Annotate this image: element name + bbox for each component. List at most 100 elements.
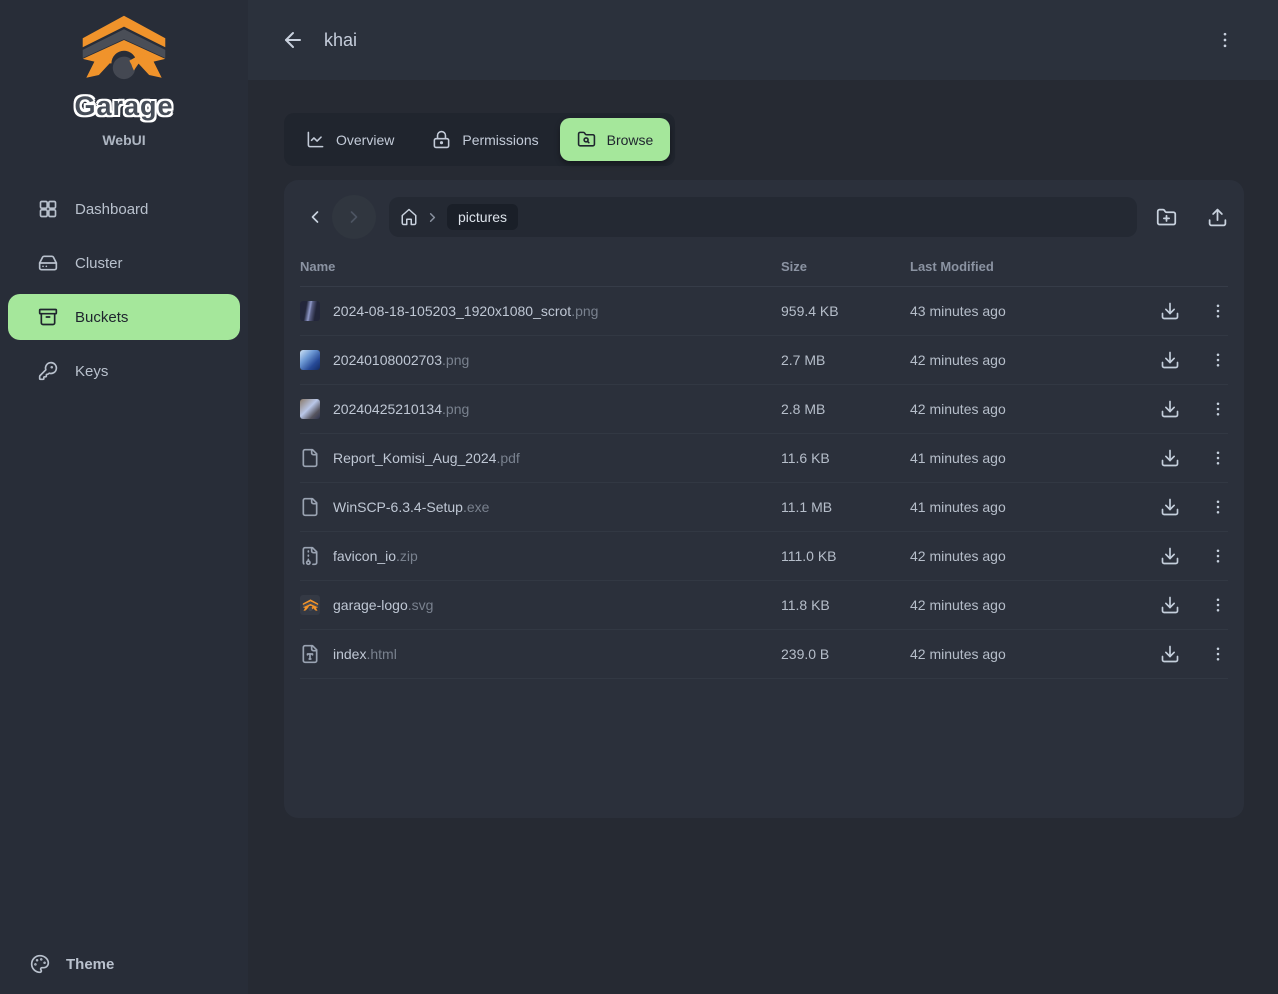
- back-button[interactable]: [281, 28, 305, 52]
- file-name-link[interactable]: 20240108002703.png: [300, 350, 781, 370]
- upload-icon: [1207, 207, 1228, 228]
- tab-browse[interactable]: Browse: [560, 118, 671, 161]
- file-icon: [300, 448, 320, 468]
- sidebar-item-label: Keys: [75, 363, 108, 380]
- tab-label: Browse: [607, 132, 654, 148]
- tab-label: Permissions: [462, 132, 538, 148]
- ellipsis-vertical-icon: [1209, 351, 1227, 369]
- file-icon: [300, 350, 320, 370]
- row-menu-button[interactable]: [1209, 351, 1227, 369]
- ellipsis-vertical-icon: [1215, 30, 1235, 50]
- file-icon: [300, 399, 320, 419]
- table-row: index.html 239.0 B 42 minutes ago: [300, 630, 1228, 679]
- file-name-link[interactable]: 2024-08-18-105203_1920x1080_scrot.png: [300, 301, 781, 321]
- download-button[interactable]: [1160, 546, 1180, 566]
- chevron-left-icon: [305, 207, 325, 227]
- table-header: Name Size Last Modified: [300, 249, 1228, 287]
- sidebar-item-buckets[interactable]: Buckets: [8, 294, 240, 340]
- breadcrumb: pictures: [389, 197, 1137, 237]
- file-modified: 42 minutes ago: [910, 597, 1148, 613]
- file-name-link[interactable]: index.html: [300, 644, 781, 664]
- file-size: 2.8 MB: [781, 401, 910, 417]
- chevron-right-icon: [344, 207, 364, 227]
- row-actions: [1148, 644, 1228, 664]
- tab-permissions[interactable]: Permissions: [415, 118, 555, 161]
- brand: Garage WebUI: [0, 0, 248, 148]
- download-button[interactable]: [1160, 301, 1180, 321]
- file-icon: [300, 497, 320, 517]
- file-name-link[interactable]: garage-logo.svg: [300, 595, 781, 615]
- file-name: 20240425210134: [333, 401, 442, 417]
- table-row: WinSCP-6.3.4-Setup.exe 11.1 MB 41 minute…: [300, 483, 1228, 532]
- file-extension: .png: [442, 401, 469, 417]
- breadcrumb-folder-pictures[interactable]: pictures: [447, 204, 518, 230]
- row-menu-button[interactable]: [1209, 645, 1227, 663]
- table-row: Report_Komisi_Aug_2024.pdf 11.6 KB 41 mi…: [300, 434, 1228, 483]
- file-name-link[interactable]: WinSCP-6.3.4-Setup.exe: [300, 497, 781, 517]
- download-button[interactable]: [1160, 644, 1180, 664]
- row-menu-button[interactable]: [1209, 547, 1227, 565]
- bucket-header: khai: [248, 0, 1278, 80]
- row-actions: [1148, 301, 1228, 321]
- file-extension: .html: [366, 646, 396, 662]
- file-name: index: [333, 646, 366, 662]
- file-icon: [300, 595, 320, 615]
- home-button[interactable]: [400, 208, 418, 226]
- download-button[interactable]: [1160, 350, 1180, 370]
- table-row: favicon_io.zip 111.0 KB 42 minutes ago: [300, 532, 1228, 581]
- ellipsis-vertical-icon: [1209, 400, 1227, 418]
- page-title: khai: [324, 30, 357, 51]
- new-folder-button[interactable]: [1156, 207, 1177, 228]
- row-menu-button[interactable]: [1209, 596, 1227, 614]
- file-name: Report_Komisi_Aug_2024: [333, 450, 496, 466]
- download-icon: [1160, 595, 1180, 615]
- history-forward-button[interactable]: [332, 195, 376, 239]
- column-name: Name: [300, 259, 781, 274]
- main-content: Overview Permissions Browse: [248, 80, 1278, 994]
- bucket-tabs: Overview Permissions Browse: [284, 113, 675, 166]
- chevron-right-icon: [425, 210, 440, 225]
- arrow-left-icon: [281, 28, 305, 52]
- dashboard-icon: [38, 199, 58, 219]
- file-extension: .png: [571, 303, 598, 319]
- file-name-link[interactable]: Report_Komisi_Aug_2024.pdf: [300, 448, 781, 468]
- download-icon: [1160, 644, 1180, 664]
- download-button[interactable]: [1160, 497, 1180, 517]
- sidebar-item-label: Dashboard: [75, 201, 148, 218]
- header-menu-button[interactable]: [1215, 30, 1235, 50]
- sidebar: Garage WebUI Dashboard Cluster Buckets K…: [0, 0, 248, 994]
- row-actions: [1148, 497, 1228, 517]
- file-name-link[interactable]: favicon_io.zip: [300, 546, 781, 566]
- row-actions: [1148, 546, 1228, 566]
- theme-toggle[interactable]: Theme: [0, 932, 248, 994]
- row-actions: [1148, 399, 1228, 419]
- sidebar-item-cluster[interactable]: Cluster: [8, 240, 240, 286]
- history-back-button[interactable]: [300, 202, 330, 232]
- download-button[interactable]: [1160, 399, 1180, 419]
- download-button[interactable]: [1160, 595, 1180, 615]
- upload-button[interactable]: [1207, 207, 1228, 228]
- sidebar-item-keys[interactable]: Keys: [8, 348, 240, 394]
- ellipsis-vertical-icon: [1209, 596, 1227, 614]
- file-name-link[interactable]: 20240425210134.png: [300, 399, 781, 419]
- file-modified: 42 minutes ago: [910, 548, 1148, 564]
- home-icon: [400, 208, 418, 226]
- ellipsis-vertical-icon: [1209, 449, 1227, 467]
- file-modified: 41 minutes ago: [910, 499, 1148, 515]
- row-menu-button[interactable]: [1209, 449, 1227, 467]
- table-row: 2024-08-18-105203_1920x1080_scrot.png 95…: [300, 287, 1228, 336]
- palette-icon: [30, 954, 50, 974]
- file-icon: [300, 301, 320, 321]
- row-menu-button[interactable]: [1209, 400, 1227, 418]
- sidebar-item-dashboard[interactable]: Dashboard: [8, 186, 240, 232]
- file-name: 2024-08-18-105203_1920x1080_scrot: [333, 303, 571, 319]
- download-icon: [1160, 448, 1180, 468]
- file-name: WinSCP-6.3.4-Setup: [333, 499, 463, 515]
- download-button[interactable]: [1160, 448, 1180, 468]
- sidebar-nav: Dashboard Cluster Buckets Keys: [0, 186, 248, 394]
- tab-overview[interactable]: Overview: [289, 118, 411, 161]
- row-menu-button[interactable]: [1209, 302, 1227, 320]
- garage-logo-icon: [79, 14, 169, 84]
- row-menu-button[interactable]: [1209, 498, 1227, 516]
- file-modified: 41 minutes ago: [910, 450, 1148, 466]
